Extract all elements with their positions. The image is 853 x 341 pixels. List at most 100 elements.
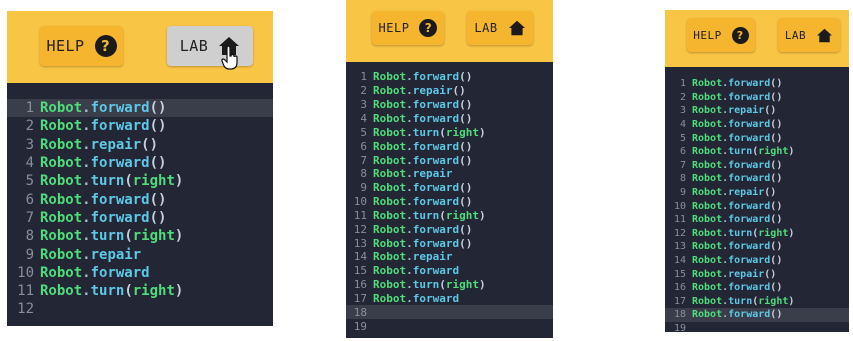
code-line[interactable]: 7 Robot. forward() <box>7 209 273 227</box>
code-line[interactable]: 2 Robot. repair() <box>346 84 553 98</box>
code-editor[interactable]: 1 Robot. forward() 2 Robot. repair() 3 Robot. fo… <box>346 66 553 338</box>
question-circle-icon: ? <box>94 35 117 57</box>
code-line[interactable]: 10 Robot. forward <box>7 264 273 282</box>
code-dot: . <box>406 222 413 236</box>
code-line[interactable]: 12 Robot. turn(right) <box>665 227 849 241</box>
question-circle-icon: ? <box>419 19 438 37</box>
code-line[interactable]: 3 Robot. forward() <box>346 98 553 112</box>
help-label: HELP <box>46 37 85 55</box>
code-paren-close: ) <box>174 173 184 190</box>
code-line[interactable]: 9 Robot. repair <box>7 245 273 263</box>
code-paren-close: ) <box>465 236 473 250</box>
code-line[interactable]: 17 Robot. turn(right) <box>665 295 849 309</box>
code-line[interactable]: 8 Robot. turn(right) <box>7 227 273 245</box>
help-button[interactable]: HELP ? <box>687 18 755 52</box>
code-line[interactable]: 10 Robot. forward() <box>665 199 849 213</box>
line-number: 5 <box>679 132 686 144</box>
code-line[interactable]: 5 Robot. forward() <box>665 131 849 145</box>
code-object: Robot <box>373 208 407 222</box>
code-line[interactable]: 12 <box>7 300 273 318</box>
code-method: forward <box>728 119 771 131</box>
lab-button[interactable]: LAB <box>467 11 533 45</box>
code-editor[interactable]: 1 Robot. forward() 2 Robot. forward() 3 Robot. r… <box>665 73 849 332</box>
code-line[interactable]: 16 Robot. turn(right) <box>346 278 553 292</box>
code-line[interactable]: 11 Robot. turn(right) <box>7 282 273 300</box>
line-number: 2 <box>679 91 686 103</box>
code-editor[interactable]: 1 Robot. forward() 2 Robot. forward() 3 Robot. r… <box>7 95 273 326</box>
code-paren-close: ) <box>465 181 473 195</box>
code-line[interactable]: 7 Robot. forward() <box>346 153 553 167</box>
code-line[interactable]: 6 Robot. forward() <box>7 191 273 209</box>
code-line[interactable]: 16 Robot. forward() <box>665 281 849 295</box>
code-method: forward <box>728 309 771 321</box>
code-line[interactable]: 4 Robot. forward() <box>7 154 273 172</box>
code-line[interactable]: 1 Robot. forward() <box>665 77 849 91</box>
code-object: Robot <box>40 118 83 135</box>
code-line[interactable]: 1 Robot. forward() <box>346 70 553 84</box>
code-dot: . <box>406 236 413 250</box>
code-object: Robot <box>692 159 723 171</box>
lab-button[interactable]: LAB <box>778 18 840 52</box>
code-object: Robot <box>40 155 83 172</box>
code-line[interactable]: 9 Robot. forward() <box>346 181 553 195</box>
code-line[interactable]: 6 Robot. turn(right) <box>665 145 849 159</box>
code-argument: right <box>758 295 789 307</box>
code-line[interactable]: 5 Robot. turn(right) <box>346 125 553 139</box>
code-line[interactable]: 5 Robot. turn(right) <box>7 172 273 190</box>
code-line[interactable]: 18 <box>346 305 553 320</box>
lab-label: LAB <box>179 37 209 55</box>
code-line[interactable]: 1 Robot. forward() <box>7 99 273 118</box>
code-method: turn <box>412 278 440 292</box>
code-object: Robot <box>692 295 723 307</box>
code-line[interactable]: 8 Robot. repair <box>346 167 553 181</box>
help-button[interactable]: HELP ? <box>40 26 123 66</box>
code-object: Robot <box>373 167 407 181</box>
code-line[interactable]: 11 Robot. forward() <box>665 213 849 227</box>
code-line[interactable]: 14 Robot. repair <box>346 250 553 264</box>
code-line[interactable]: 18 Robot. forward() <box>665 308 849 322</box>
code-line[interactable]: 13 Robot. forward() <box>346 236 553 250</box>
lab-label: LAB <box>474 21 498 35</box>
code-line[interactable]: 15 Robot. repair() <box>665 267 849 281</box>
code-line[interactable]: 15 Robot. forward <box>346 264 553 278</box>
code-dot: . <box>406 167 413 181</box>
code-line[interactable]: 9 Robot. repair() <box>665 186 849 200</box>
code-line[interactable]: 3 Robot. repair() <box>665 104 849 118</box>
code-line[interactable]: 6 Robot. forward() <box>346 139 553 153</box>
code-line[interactable]: 7 Robot. forward() <box>665 159 849 173</box>
code-object: Robot <box>692 105 723 117</box>
code-line[interactable]: 3 Robot. repair() <box>7 136 273 154</box>
line-number: 9 <box>360 181 367 195</box>
code-line[interactable]: 4 Robot. forward() <box>346 112 553 126</box>
help-button[interactable]: HELP ? <box>372 11 444 45</box>
code-paren-close: ) <box>776 255 783 267</box>
code-line[interactable]: 4 Robot. forward() <box>665 118 849 132</box>
code-method: turn <box>412 208 440 222</box>
code-paren-open: ( <box>149 209 159 226</box>
code-line[interactable]: 19 <box>665 322 849 332</box>
code-line[interactable]: 13 Robot. forward() <box>665 240 849 254</box>
code-line[interactable]: 8 Robot. forward() <box>665 172 849 186</box>
code-line[interactable]: 10 Robot. forward() <box>346 195 553 209</box>
code-line[interactable]: 19 <box>346 319 553 333</box>
code-line[interactable]: 17 Robot. forward <box>346 292 553 306</box>
code-line[interactable]: 12 Robot. forward() <box>346 222 553 236</box>
line-number: 7 <box>25 209 34 226</box>
line-number: 11 <box>673 214 686 226</box>
code-paren-open: ( <box>439 278 446 292</box>
line-number: 7 <box>679 159 686 171</box>
code-paren-close: ) <box>465 195 473 209</box>
help-label: HELP <box>378 21 410 35</box>
lab-button[interactable]: LAB <box>167 26 253 66</box>
code-method: forward <box>728 241 771 253</box>
code-paren-close: ) <box>158 191 167 208</box>
code-line[interactable]: 2 Robot. forward() <box>7 117 273 135</box>
code-line[interactable]: 14 Robot. forward() <box>665 254 849 268</box>
code-line[interactable]: 11 Robot. turn(right) <box>346 209 553 223</box>
code-dot: . <box>82 246 91 263</box>
code-line[interactable]: 2 Robot. forward() <box>665 91 849 105</box>
line-number: 10 <box>353 195 367 209</box>
line-number: 3 <box>679 105 686 117</box>
line-number: 1 <box>25 100 34 117</box>
line-number: 7 <box>360 153 367 167</box>
